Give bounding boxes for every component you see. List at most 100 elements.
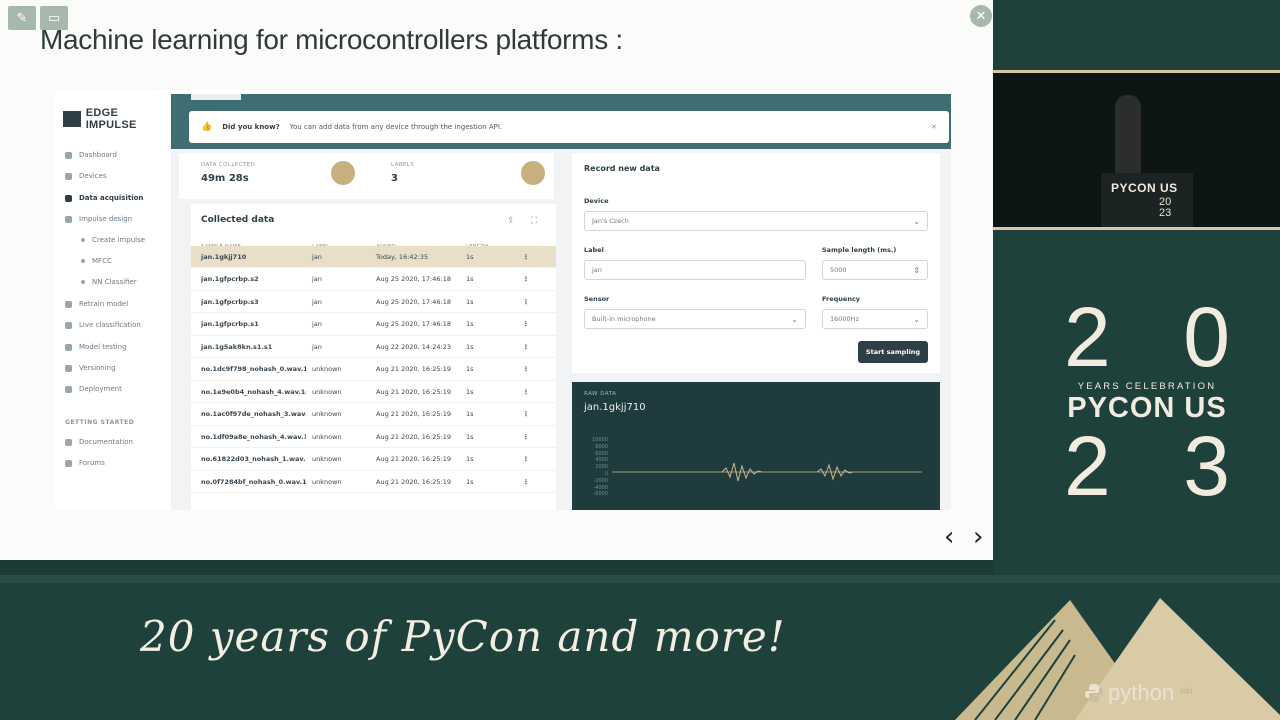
table-row[interactable]: jan.1g5ak8kn.s1.s1 jan Aug 22 2020, 14:24:…	[191, 336, 556, 358]
raw-data-panel: RAW DATA jan.1gkjj710 10000 8000 6000 4000 2…	[572, 382, 940, 510]
sidebar-item-dashboard[interactable]: Dashboard	[65, 151, 117, 159]
previous-slide-button[interactable]: ‹	[944, 522, 954, 552]
record-title: Record new data	[584, 164, 660, 173]
data-collected-value: 49m 28s	[201, 173, 249, 184]
labels-label: LABELS	[391, 162, 415, 168]
sidebar-item-label: Versioning	[79, 364, 116, 372]
table-row[interactable]: no.1dc9f798_nohash_0.wav.1g5... unknown Au…	[191, 359, 556, 381]
upload-icon[interactable]: ⇪	[507, 216, 515, 226]
sidebar-item-mfcc[interactable]: MFCC	[81, 257, 112, 265]
kebab-menu-icon[interactable]: ⋮	[506, 388, 546, 396]
kebab-menu-icon[interactable]: ⋮	[506, 275, 546, 283]
label-cell: unknown	[312, 477, 342, 486]
table-row[interactable]: no.61822d03_nohash_1.wav.1g5... unknown Au…	[191, 449, 556, 471]
y-axis-tick: -2000	[593, 477, 608, 484]
header-tab[interactable]	[191, 94, 241, 100]
sample-length-input[interactable]: 5000 ⇕	[822, 260, 928, 280]
close-icon[interactable]: ✕	[970, 5, 992, 27]
frequency-select[interactable]: 16000Hz ⌄	[822, 309, 928, 329]
close-icon[interactable]: ✕	[931, 123, 937, 131]
pencil-icon[interactable]: ✎	[8, 6, 36, 30]
added-cell: Aug 21 2020, 16:25:19	[376, 432, 451, 441]
sample-name-cell: jan.1gfpcrbp.s1	[201, 320, 259, 328]
table-row[interactable]: no.1df09a8e_nohash_4.wav.1g5... unknown Au…	[191, 426, 556, 448]
label-cell: unknown	[312, 432, 342, 441]
sidebar-item-documentation[interactable]: Documentation	[65, 438, 133, 446]
kebab-menu-icon[interactable]: ⋮	[506, 365, 546, 373]
device-select[interactable]: Jan's Czech ⌄	[584, 211, 928, 231]
data-collected-label: DATA COLLECTED	[201, 162, 256, 168]
sidebar-item-deployment[interactable]: Deployment	[65, 385, 122, 393]
speaker-silhouette	[1115, 95, 1141, 185]
sidebar-item-versioning[interactable]: Versioning	[65, 364, 116, 372]
table-row[interactable]: no.1ac0f97de_nohash_3.wav.1g5... unknown A…	[191, 404, 556, 426]
added-cell: Aug 21 2020, 16:25:19	[376, 410, 451, 418]
length-cell: 1s	[466, 410, 474, 418]
raw-data-y-axis: 10000 8000 6000 4000 2000 0 -2000 -4000 -6000	[592, 437, 608, 498]
sidebar-item-label: Live classification	[79, 321, 141, 329]
expand-icon[interactable]: ⛶	[531, 216, 537, 226]
kebab-menu-icon[interactable]: ⋮	[506, 410, 546, 418]
chevron-down-icon: ⌄	[913, 314, 920, 324]
y-axis-tick: 4000	[595, 457, 608, 464]
sidebar-item-forums[interactable]: Forums	[65, 459, 105, 467]
tip-text: You can add data from any device through…	[289, 123, 503, 131]
sidebar-item-label: Forums	[79, 459, 105, 467]
sidebar-item-create-impulse[interactable]: Create impulse	[81, 236, 145, 244]
length-cell: 1s	[466, 252, 474, 261]
sidebar-item-model-testing[interactable]: Model testing	[65, 343, 127, 351]
sidebar-item-label: NN Classifier	[92, 278, 137, 286]
added-cell: Aug 25 2020, 17:46:18	[376, 275, 451, 283]
table-row[interactable]: no.1e9e0b4_nohash_4.wav.1g5... unknown Aug…	[191, 381, 556, 403]
versioning-icon	[65, 364, 72, 372]
python-suffix: ᵉᵈᵘ	[1180, 687, 1193, 699]
length-cell: 1s	[466, 342, 474, 351]
added-cell: Aug 25 2020, 17:46:18	[376, 320, 451, 328]
table-row[interactable]: jan.1gfpcrbp.s1 jan Aug 25 2020, 17:46:18 1…	[191, 314, 556, 336]
kebab-menu-icon[interactable]: ⋮	[506, 320, 546, 328]
sidebar-item-label: Model testing	[79, 343, 127, 351]
logo-digits-top: 20	[1064, 290, 1230, 384]
bullet-icon	[81, 280, 85, 284]
label-input[interactable]: jan	[584, 260, 806, 280]
sample-name-cell: no.61822d03_nohash_1.wav.1g5...	[201, 455, 306, 463]
kebab-menu-icon[interactable]: ⋮	[506, 455, 546, 463]
sidebar-item-retrain-model[interactable]: Retrain model	[65, 300, 128, 308]
kebab-menu-icon[interactable]: ⋮	[506, 433, 546, 441]
sidebar-item-label: Dashboard	[79, 151, 117, 159]
table-row[interactable]: no.0f7284bf_nohash_0.wav.1g5... unknown Au…	[191, 471, 556, 493]
sidebar-item-nn-classifier[interactable]: NN Classifier	[81, 278, 137, 286]
sidebar-item-data-acquisition[interactable]: Data acquisition	[65, 194, 143, 202]
table-row[interactable]: jan.1gfpcrbp.s2 jan Aug 25 2020, 17:46:18 1…	[191, 269, 556, 291]
sample-name-cell: jan.1g5ak8kn.s1.s1	[201, 342, 273, 351]
table-row[interactable]: jan.1gfpcrbp.s3 jan Aug 25 2020, 17:46:18 1…	[191, 291, 556, 313]
sample-name-cell: jan.1gkjj710	[201, 252, 247, 261]
sidebar-item-devices[interactable]: Devices	[65, 172, 107, 180]
kebab-menu-icon[interactable]: ⋮	[506, 298, 546, 306]
start-sampling-button[interactable]: Start sampling	[858, 341, 928, 363]
sidebar-item-impulse-design[interactable]: Impulse design	[65, 215, 132, 223]
table-row[interactable]: jan.1gkjj710 jan Today, 16:42:35 1s ⋮	[191, 246, 556, 268]
kebab-menu-icon[interactable]: ⋮	[506, 253, 546, 261]
edge-impulse-logo: EDGE IMPULSE	[63, 107, 171, 131]
edge-impulse-screenshot: EDGE IMPULSE Dashboard Devices Data acqu…	[55, 90, 951, 510]
presentation-slide: ✎ ▭ ✕ Machine learning for microcontroll…	[0, 0, 993, 560]
length-cell: 1s	[466, 275, 474, 283]
sidebar-item-live-classification[interactable]: Live classification	[65, 321, 141, 329]
kebab-menu-icon[interactable]: ⋮	[506, 343, 546, 351]
next-slide-button[interactable]: ›	[973, 522, 983, 552]
stepper-icon[interactable]: ⇕	[913, 266, 920, 275]
label-cell: unknown	[312, 410, 342, 418]
bullet-icon	[81, 259, 85, 263]
device-label: Device	[584, 197, 609, 205]
length-cell: 1s	[466, 297, 474, 306]
sidebar-item-label: Documentation	[79, 438, 133, 446]
kebab-menu-icon[interactable]: ⋮	[506, 478, 546, 486]
sensor-select[interactable]: Built-in microphone ⌄	[584, 309, 806, 329]
device-value: Jan's Czech	[592, 217, 629, 225]
sample-length-value: 5000	[830, 266, 847, 274]
live-icon	[65, 321, 72, 329]
label-cell: unknown	[312, 387, 342, 396]
impulse-icon	[65, 215, 72, 223]
sample-name-cell: jan.1gfpcrbp.s3	[201, 297, 259, 306]
